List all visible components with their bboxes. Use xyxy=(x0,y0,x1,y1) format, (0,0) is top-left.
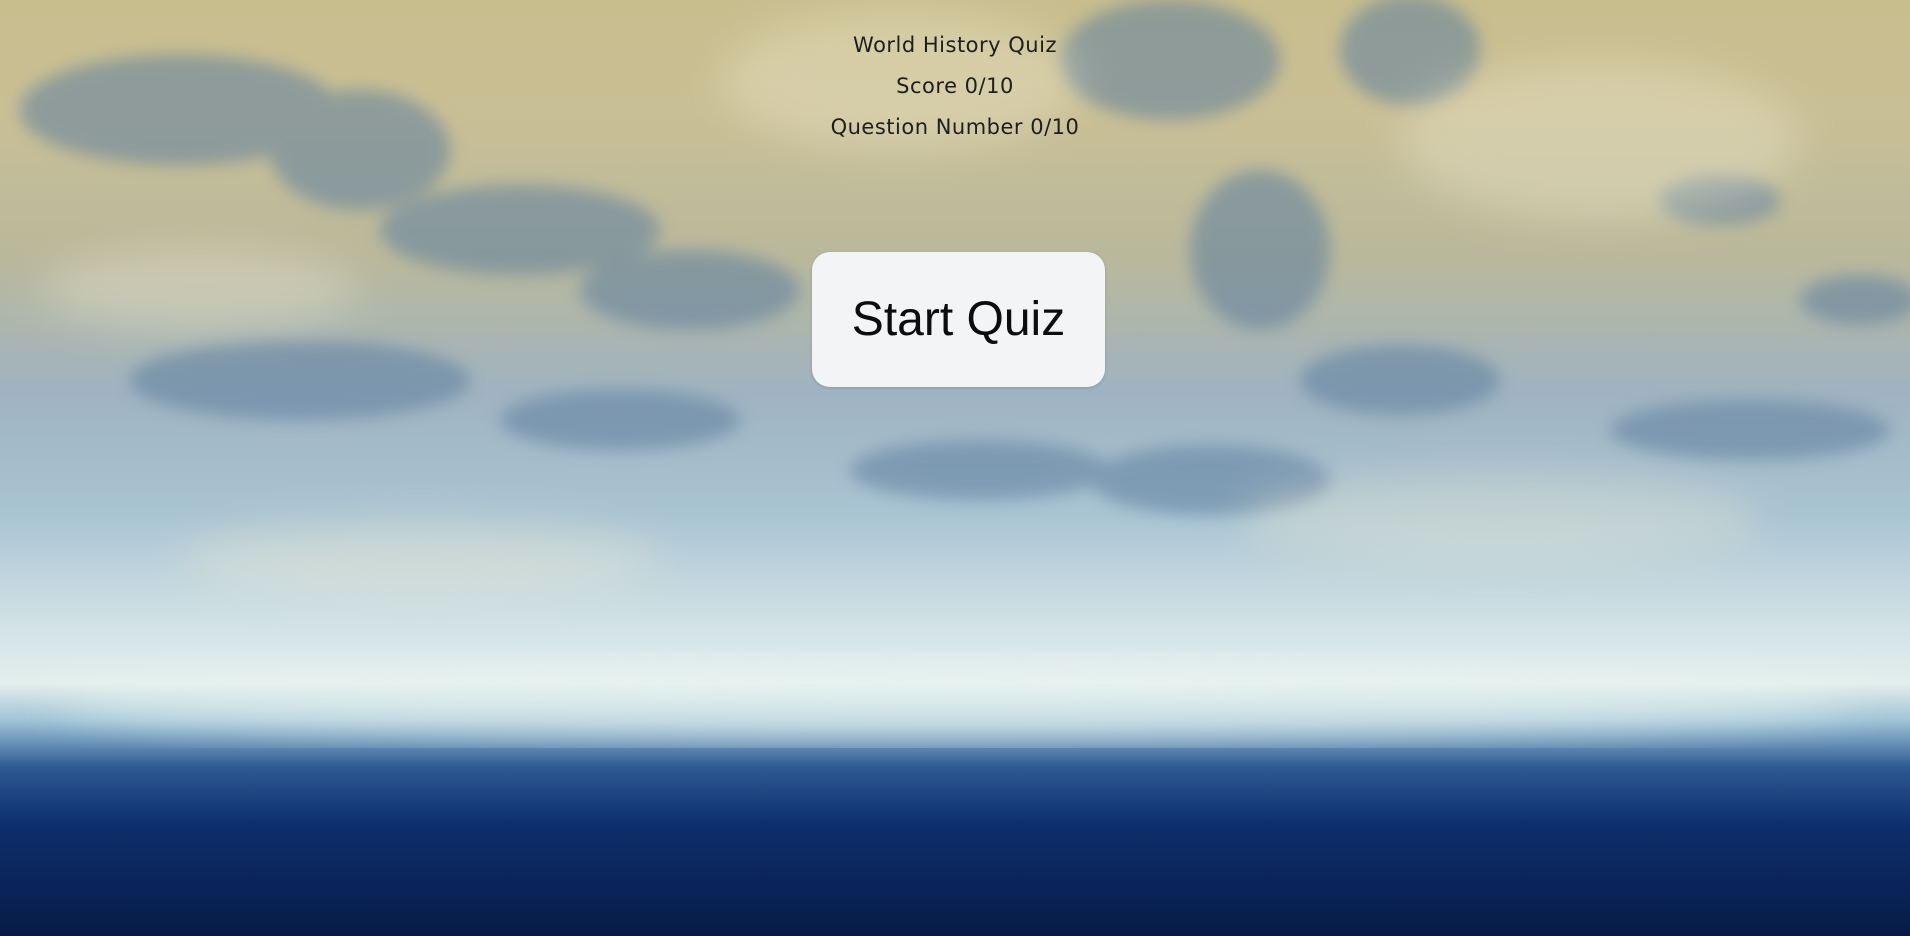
quiz-title: World History Quiz xyxy=(853,33,1057,57)
start-quiz-button[interactable]: Start Quiz xyxy=(812,252,1105,387)
score-display: Score 0/10 xyxy=(896,74,1014,98)
question-number-display: Question Number 0/10 xyxy=(830,115,1080,139)
quiz-header: World History Quiz Score 0/10 Question N… xyxy=(0,28,1910,151)
